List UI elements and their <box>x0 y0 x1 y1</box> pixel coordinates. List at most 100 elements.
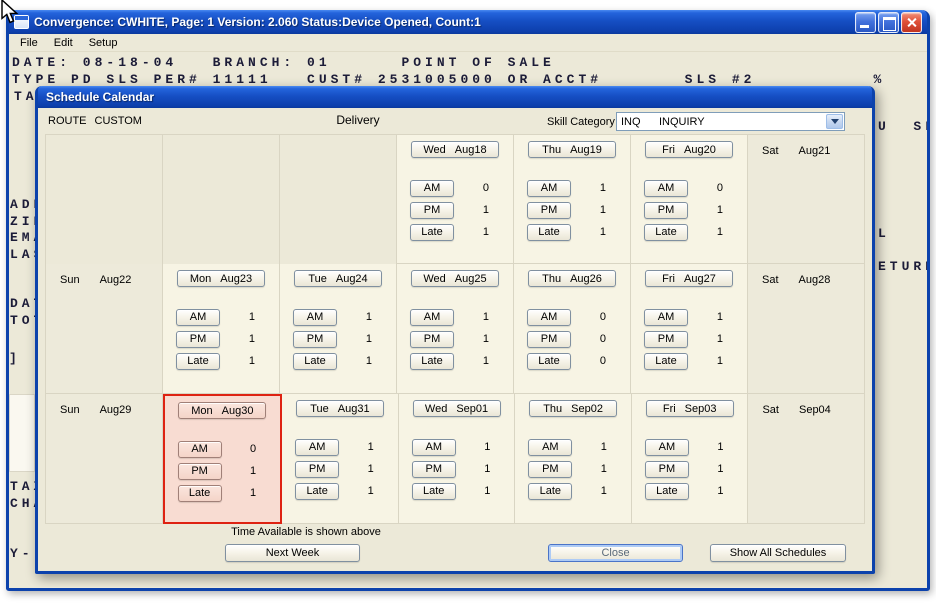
dialog-titlebar[interactable]: Schedule Calendar <box>38 86 872 108</box>
menu-edit[interactable]: Edit <box>46 35 81 51</box>
skill-category-combobox[interactable]: INQ INQUIRY <box>616 112 845 131</box>
calendar-weekend-cell: Sun Aug29 <box>45 394 163 524</box>
pm-count: 1 <box>717 463 723 475</box>
calendar-day-cell: Tue Aug24 AM 1 PM <box>280 264 397 394</box>
day-date: Aug25 <box>455 273 487 285</box>
chevron-down-icon[interactable] <box>826 114 843 129</box>
day-button[interactable]: Mon Aug30 <box>178 402 266 419</box>
pm-button[interactable]: PM <box>644 331 688 348</box>
minimize-icon[interactable] <box>855 12 876 33</box>
am-button[interactable]: AM <box>528 439 572 456</box>
am-button[interactable]: AM <box>293 309 337 326</box>
slot-row: PM 1 <box>514 199 630 221</box>
am-button[interactable]: AM <box>410 180 454 197</box>
pm-button[interactable]: PM <box>644 202 688 219</box>
am-button[interactable]: AM <box>527 309 571 326</box>
day-date: Aug21 <box>799 145 831 157</box>
day-date: Aug28 <box>799 274 831 286</box>
pm-button[interactable]: PM <box>178 463 222 480</box>
desktop: Convergence: CWHITE, Page: 1 Version: 2.… <box>0 0 936 603</box>
late-button[interactable]: Late <box>528 483 572 500</box>
pm-button[interactable]: PM <box>410 331 454 348</box>
close-icon[interactable] <box>901 12 922 33</box>
slot-row: AM 1 <box>282 436 398 458</box>
late-count: 1 <box>717 226 723 238</box>
pm-button[interactable]: PM <box>293 331 337 348</box>
calendar-week-row: Sun Aug29 Mon Aug30 <box>45 394 865 524</box>
am-button[interactable]: AM <box>645 439 689 456</box>
slot-row: Late 1 <box>282 480 398 502</box>
am-button[interactable]: AM <box>176 309 220 326</box>
bg-frag-bracket: ] <box>9 351 21 366</box>
day-button[interactable]: Wed Aug25 <box>411 270 499 287</box>
show-all-schedules-button[interactable]: Show All Schedules <box>710 544 846 562</box>
am-button[interactable]: AM <box>644 309 688 326</box>
day-button[interactable]: Wed Aug18 <box>411 141 499 158</box>
day-button[interactable]: Thu Aug19 <box>528 141 616 158</box>
late-button[interactable]: Late <box>412 483 456 500</box>
late-button[interactable]: Late <box>410 224 454 241</box>
late-button[interactable]: Late <box>293 353 337 370</box>
late-button[interactable]: Late <box>527 224 571 241</box>
am-button[interactable]: AM <box>178 441 222 458</box>
close-button[interactable]: Close <box>548 544 683 562</box>
calendar-weekend-cell: Sun Aug22 <box>45 264 163 394</box>
late-button[interactable]: Late <box>644 224 688 241</box>
am-button[interactable]: AM <box>644 180 688 197</box>
menu-setup[interactable]: Setup <box>81 35 126 51</box>
am-count: 0 <box>250 443 256 455</box>
maximize-icon[interactable] <box>878 12 899 33</box>
slot-row: Late 0 <box>514 350 630 372</box>
time-slots: AM 1 PM 1 Late 1 <box>282 436 398 502</box>
menu-file[interactable]: File <box>12 35 46 51</box>
pm-button[interactable]: PM <box>412 461 456 478</box>
calendar-day-cell: Wed Aug18 AM 0 PM <box>396 134 514 264</box>
day-of-week: Wed <box>423 144 445 156</box>
pm-button[interactable]: PM <box>176 331 220 348</box>
late-count: 1 <box>601 485 607 497</box>
pm-button[interactable]: PM <box>410 202 454 219</box>
am-button[interactable]: AM <box>295 439 339 456</box>
calendar-week-row: Sun Aug22 Mon Aug23 <box>45 264 865 394</box>
am-button[interactable]: AM <box>527 180 571 197</box>
day-button[interactable]: Thu Aug26 <box>528 270 616 287</box>
slot-row: PM 1 <box>631 328 747 350</box>
day-button[interactable]: Wed Sep01 <box>413 400 501 417</box>
pm-button[interactable]: PM <box>527 202 571 219</box>
late-button[interactable]: Late <box>527 353 571 370</box>
day-button[interactable]: Mon Aug23 <box>177 270 265 287</box>
pm-button[interactable]: PM <box>645 461 689 478</box>
slot-row: AM 0 <box>631 177 747 199</box>
late-button[interactable]: Late <box>178 485 222 502</box>
day-button[interactable]: Tue Aug31 <box>296 400 384 417</box>
am-count: 1 <box>484 441 490 453</box>
day-of-week: Wed <box>425 403 447 415</box>
day-of-week: Sat <box>762 404 779 416</box>
bg-form-field <box>9 394 35 472</box>
route-header: ROUTE CUSTOM <box>48 115 142 127</box>
am-button[interactable]: AM <box>410 309 454 326</box>
pm-button[interactable]: PM <box>527 331 571 348</box>
am-button[interactable]: AM <box>412 439 456 456</box>
late-button[interactable]: Late <box>644 353 688 370</box>
day-of-week: Mon <box>190 273 211 285</box>
late-button[interactable]: Late <box>176 353 220 370</box>
pm-button[interactable]: PM <box>528 461 572 478</box>
day-button[interactable]: Fri Aug27 <box>645 270 733 287</box>
next-week-button[interactable]: Next Week <box>225 544 360 562</box>
am-count: 1 <box>717 441 723 453</box>
calendar-day-cell: Thu Aug19 AM 1 PM <box>514 134 631 264</box>
day-button[interactable]: Tue Aug24 <box>294 270 382 287</box>
day-date: Aug27 <box>684 273 716 285</box>
pm-button[interactable]: PM <box>295 461 339 478</box>
late-button[interactable]: Late <box>295 483 339 500</box>
day-button[interactable]: Fri Sep03 <box>646 400 734 417</box>
day-button[interactable]: Thu Sep02 <box>529 400 617 417</box>
late-button[interactable]: Late <box>410 353 454 370</box>
calendar-week-row: Wed Aug18 AM 0 PM <box>45 134 865 264</box>
main-window-titlebar[interactable]: Convergence: CWHITE, Page: 1 Version: 2.… <box>9 10 927 34</box>
time-slots: AM 0 PM 1 Late 1 <box>165 438 281 504</box>
day-button[interactable]: Fri Aug20 <box>645 141 733 158</box>
late-button[interactable]: Late <box>645 483 689 500</box>
bg-line-type: TYPE PD SLS PER# 11111 CUST# 2531005000 … <box>12 72 885 87</box>
